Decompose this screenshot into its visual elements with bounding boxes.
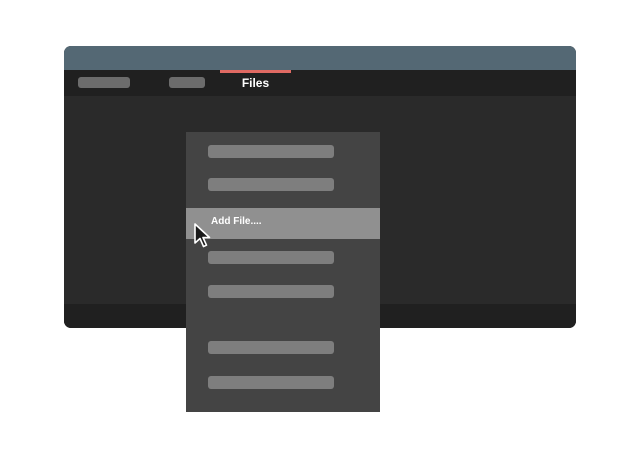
tab-bar: Files: [64, 70, 576, 96]
tab-placeholder-2[interactable]: [169, 77, 205, 88]
menu-item-add-file[interactable]: Add File....: [186, 208, 380, 239]
menu-item-placeholder-2[interactable]: [208, 178, 334, 191]
context-menu: Add File....: [186, 132, 380, 412]
menu-item-placeholder-1[interactable]: [208, 145, 334, 158]
tab-files[interactable]: Files: [220, 70, 291, 96]
active-tab-indicator: [220, 70, 291, 73]
menu-item-placeholder-6[interactable]: [208, 376, 334, 389]
tab-placeholder-1[interactable]: [78, 77, 130, 88]
tab-files-label: Files: [241, 76, 270, 90]
menu-item-placeholder-5[interactable]: [208, 341, 334, 354]
mouse-pointer-icon: [194, 223, 211, 248]
title-bar: [64, 46, 576, 70]
illustration-stage: Files Add File....: [0, 0, 640, 457]
menu-item-add-file-label: Add File....: [211, 216, 262, 227]
menu-item-placeholder-3[interactable]: [208, 251, 334, 264]
menu-item-placeholder-4[interactable]: [208, 285, 334, 298]
